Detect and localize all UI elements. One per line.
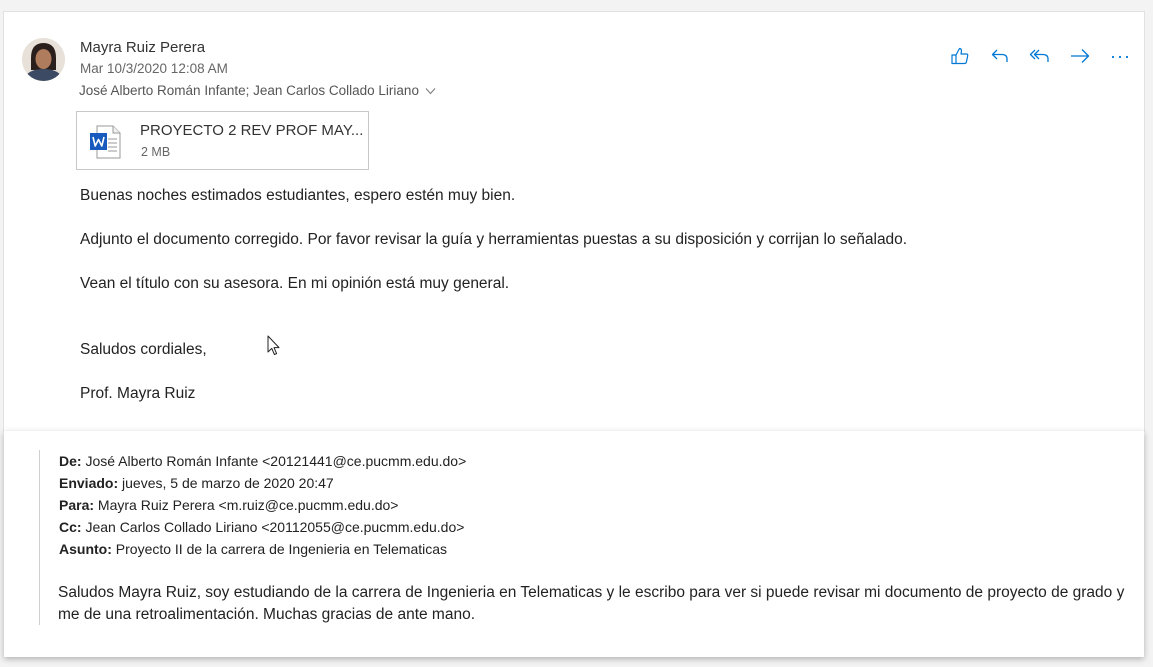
sender-name[interactable]: Mayra Ruiz Perera <box>80 39 205 56</box>
reply-icon <box>990 46 1010 71</box>
forward-button[interactable] <box>1060 46 1100 70</box>
attachment-name: PROYECTO 2 REV PROF MAY... <box>140 122 364 139</box>
chevron-down-icon[interactable] <box>425 84 436 99</box>
message-actions <box>940 46 1140 70</box>
attachment-size: 2 MB <box>141 145 171 159</box>
sender-avatar[interactable] <box>22 38 65 81</box>
body-closing: Saludos cordiales, <box>80 341 207 358</box>
message-card: Mayra Ruiz Perera Mar 10/3/2020 12:08 AM… <box>3 11 1145 432</box>
quote-divider <box>39 450 40 625</box>
attachment-card[interactable]: PROYECTO 2 REV PROF MAY... 2 MB <box>76 111 369 170</box>
quoted-message: De: José Alberto Román Infante <20121441… <box>4 431 1144 657</box>
body-signature: Prof. Mayra Ruiz <box>80 385 196 402</box>
body-line: Buenas noches estimados estudiantes, esp… <box>80 187 516 204</box>
more-icon <box>1110 46 1130 71</box>
message-date: Mar 10/3/2020 12:08 AM <box>80 61 228 76</box>
quoted-sent: Enviado: jueves, 5 de marzo de 2020 20:4… <box>59 475 334 491</box>
body-line: Adjunto el documento corregido. Por favo… <box>80 231 908 248</box>
reply-all-icon <box>1029 46 1051 71</box>
quoted-subject: Asunto: Proyecto II de la carrera de Ing… <box>59 541 448 557</box>
recipients-list[interactable]: José Alberto Román Infante; Jean Carlos … <box>79 83 419 98</box>
body-line: Vean el título con su asesora. En mi opi… <box>80 275 510 292</box>
quoted-from: De: José Alberto Román Infante <20121441… <box>59 453 467 469</box>
forward-icon <box>1069 46 1091 71</box>
quoted-to: Para: Mayra Ruiz Perera <m.ruiz@ce.pucmm… <box>59 497 399 513</box>
quoted-cc: Cc: Jean Carlos Collado Liriano <2011205… <box>59 519 465 535</box>
quoted-message-text: Saludos Mayra Ruiz, soy estudiando de la… <box>58 584 1125 623</box>
reply-all-button[interactable] <box>1020 46 1060 70</box>
mouse-pointer-icon <box>267 335 280 361</box>
more-actions-button[interactable] <box>1100 46 1140 70</box>
reply-button[interactable] <box>980 46 1020 70</box>
like-button[interactable] <box>940 46 980 70</box>
word-doc-icon <box>89 125 121 164</box>
like-icon <box>950 46 970 71</box>
recipients-line: José Alberto Román Infante; Jean Carlos … <box>79 83 436 99</box>
